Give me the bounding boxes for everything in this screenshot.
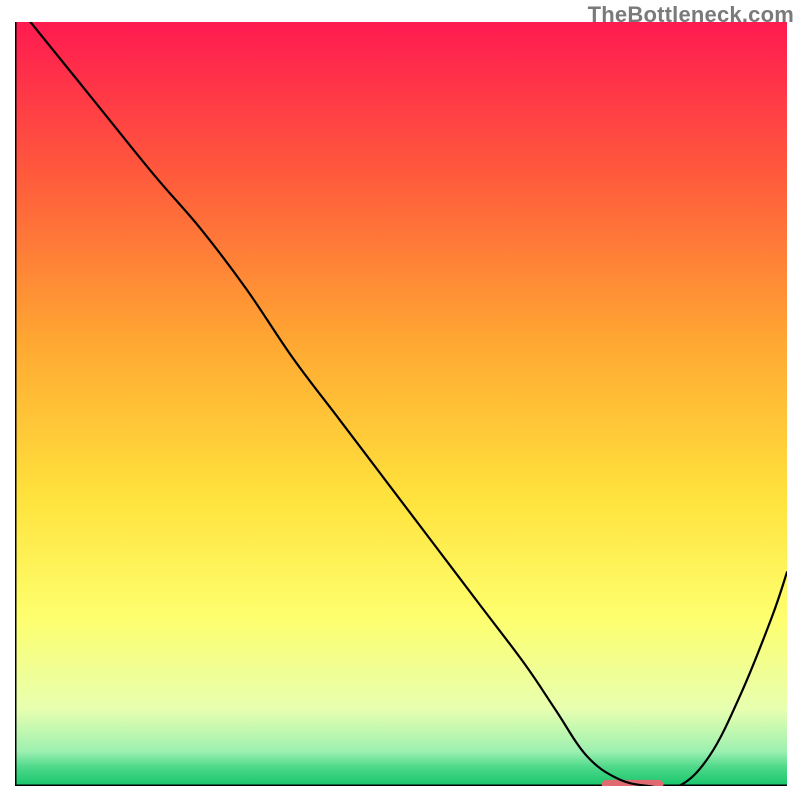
chart-svg — [15, 22, 787, 786]
chart-background — [15, 22, 787, 786]
bottleneck-chart — [15, 22, 787, 786]
